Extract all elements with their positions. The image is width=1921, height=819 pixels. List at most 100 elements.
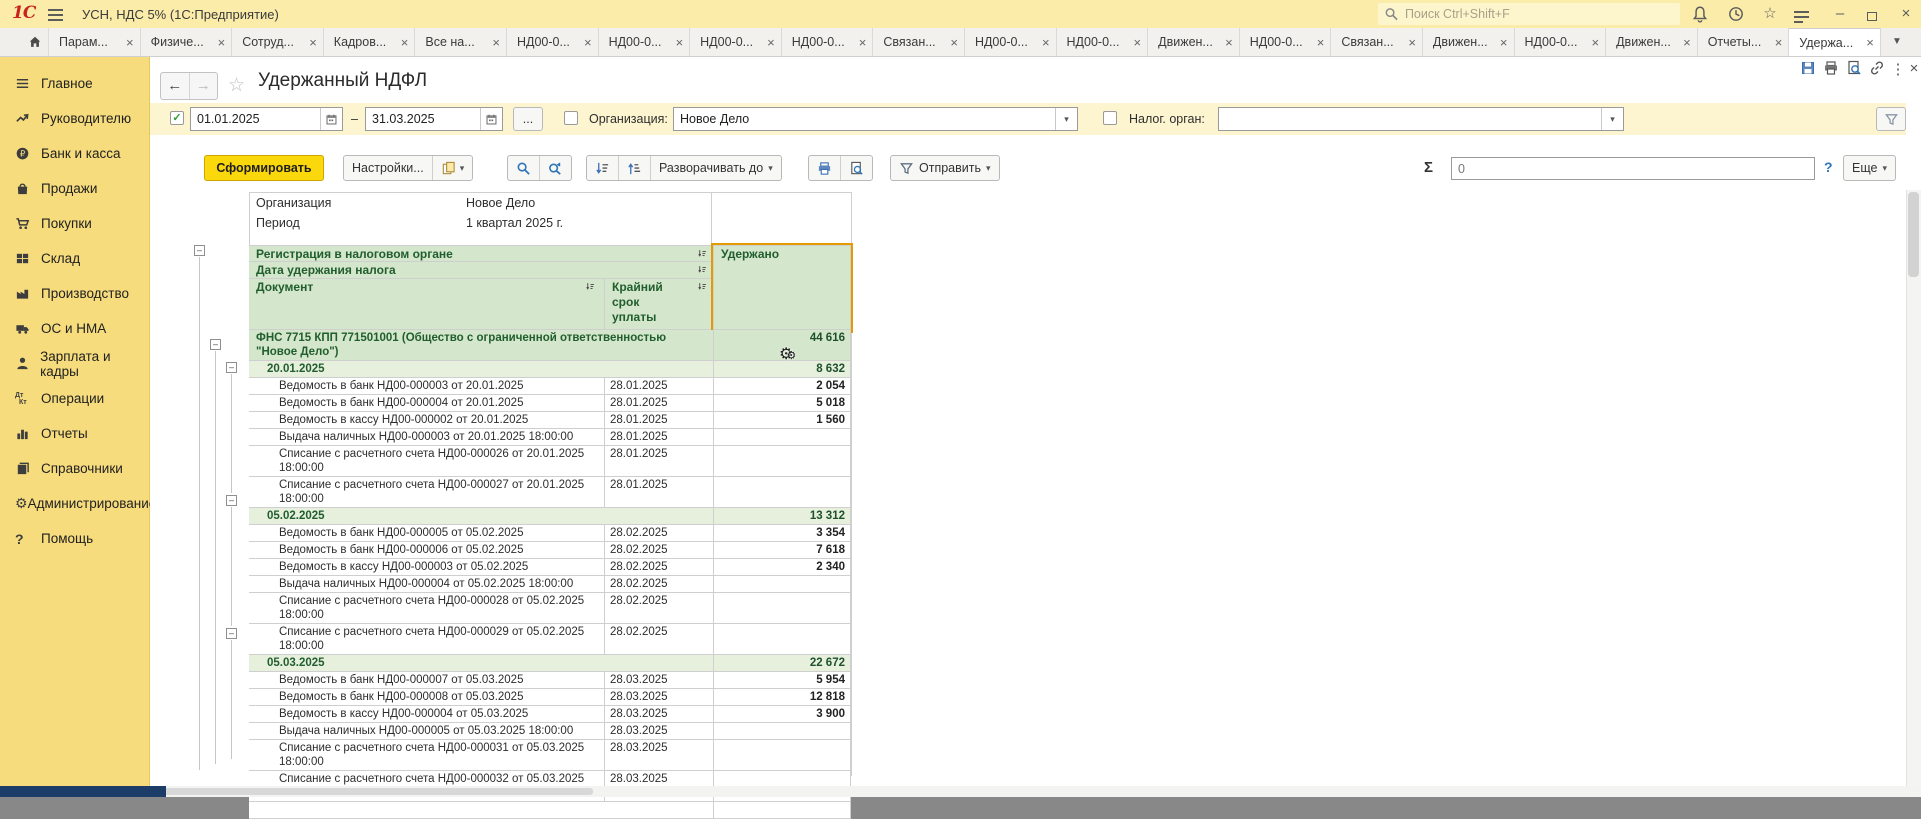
main-menu-icon[interactable] [48,6,63,24]
column-header-deadline[interactable]: Крайний срок уплаты [605,279,711,330]
document-row[interactable]: Списание с расчетного счета НД00-000029 … [249,624,851,655]
horizontal-scrollbar-thumb[interactable] [163,788,593,795]
date-total-cell[interactable]: 22 672 [713,655,851,671]
document-row[interactable]: Выдача наличных НД00-000003 от 20.01.202… [249,429,851,446]
restore-icon[interactable] [1862,8,1882,26]
date-from-input[interactable] [191,112,320,126]
amount-cell[interactable] [713,740,851,770]
tab-close-icon[interactable]: × [767,35,775,50]
document-cell[interactable]: Ведомость в банк НД00-000008 от 05.03.20… [249,689,605,705]
column-header-document[interactable]: Документ [249,279,605,330]
sidebar-item-2[interactable]: Руководителю [0,101,149,136]
amount-cell[interactable]: 5 018 [713,395,851,411]
document-cell[interactable]: Ведомость в банк НД00-000005 от 05.02.20… [249,525,605,541]
tab-close-icon[interactable]: × [1592,35,1600,50]
document-row[interactable]: Списание с расчетного счета НД00-000028 … [249,593,851,624]
amount-cell[interactable] [713,576,851,592]
document-cell[interactable]: Списание с расчетного счета НД00-000031 … [249,740,605,770]
dropdown-arrow-icon[interactable]: ▾ [1055,108,1077,130]
more-button[interactable]: Еще▾ [1844,156,1895,180]
tab-close-icon[interactable]: × [859,35,867,50]
document-cell[interactable]: Выдача наличных НД00-000004 от 05.02.202… [249,576,605,592]
deadline-cell[interactable]: 28.01.2025 [605,477,711,507]
sort-icon[interactable] [697,281,708,296]
date-cell[interactable]: 20.01.2025 [249,361,711,377]
document-row[interactable]: Ведомость в банк НД00-000005 от 05.02.20… [249,525,851,542]
date-cell[interactable]: 05.03.2025 [249,655,711,671]
amount-cell[interactable]: 12 818 [713,689,851,705]
tab-close-icon[interactable]: × [1042,35,1050,50]
deadline-cell[interactable]: 28.03.2025 [605,689,711,705]
report-variant-button[interactable]: ▾ [433,156,473,180]
period-more-button[interactable]: ... [513,107,543,131]
favorites-star-icon[interactable]: ☆ [1760,5,1780,23]
sidebar-item-11[interactable]: Отчеты [0,416,149,451]
tab[interactable]: НД00-0...× [599,28,691,56]
find-button[interactable] [508,156,540,180]
tab-close-icon[interactable]: × [1317,35,1325,50]
amount-cell[interactable] [713,429,851,445]
deadline-cell[interactable]: 28.01.2025 [605,395,711,411]
deadline-cell[interactable]: 28.02.2025 [605,559,711,575]
tab-close-icon[interactable]: × [1134,35,1142,50]
minimize-icon[interactable]: – [1830,5,1850,23]
tab-close-icon[interactable]: × [1683,35,1691,50]
deadline-cell[interactable]: 28.01.2025 [605,412,711,428]
favorite-star-icon[interactable]: ☆ [228,74,245,97]
sidebar-item-1[interactable]: Главное [0,66,149,101]
collapse-button[interactable]: – [226,362,237,373]
document-row[interactable]: Ведомость в банк НД00-000008 от 05.03.20… [249,689,851,706]
tab-close-icon[interactable]: × [218,35,226,50]
forward-button[interactable]: → [190,73,218,99]
dropdown-arrow-icon[interactable]: ▾ [1601,108,1623,130]
collapse-button[interactable]: – [210,339,221,350]
sidebar-item-3[interactable]: ₽Банк и касса [0,136,149,171]
deadline-cell[interactable]: 28.03.2025 [605,723,711,739]
sidebar-item-4[interactable]: Продажи [0,171,149,206]
link-icon[interactable] [1867,60,1887,80]
vertical-scrollbar-thumb[interactable] [1908,192,1919,277]
document-cell[interactable]: Ведомость в банк НД00-000007 от 05.03.20… [249,672,605,688]
sidebar-item-8[interactable]: ОС и НМА [0,311,149,346]
date-group-row[interactable]: 20.01.20258 632 [249,361,851,378]
org-input[interactable] [674,112,1055,126]
group-row[interactable]: ФНС 7715 КПП 771501001 (Общество с огран… [249,330,851,361]
deadline-cell[interactable]: 28.02.2025 [605,593,711,623]
tab[interactable]: Связан...× [1331,28,1423,56]
tax-office-input[interactable] [1219,112,1601,126]
sum-input[interactable] [1452,162,1814,176]
settings-button[interactable]: Настройки... [344,156,433,180]
calendar-icon[interactable] [480,108,502,130]
group-name-cell[interactable]: ФНС 7715 КПП 771501001 (Общество с огран… [249,330,711,360]
deadline-cell[interactable]: 28.02.2025 [605,576,711,592]
tab[interactable]: НД00-0...× [782,28,874,56]
period-checkbox[interactable]: ✓ [170,111,184,125]
sidebar-item-5[interactable]: Покупки [0,206,149,241]
tab[interactable]: НД00-0...× [690,28,782,56]
amount-cell[interactable]: 1 560 [713,412,851,428]
deadline-cell[interactable]: 28.02.2025 [605,542,711,558]
tab[interactable]: НД00-0...× [507,28,599,56]
document-row[interactable]: Ведомость в банк НД00-000003 от 20.01.20… [249,378,851,395]
amount-cell[interactable] [713,477,851,507]
document-row[interactable]: Списание с расчетного счета НД00-000031 … [249,740,851,771]
print-icon[interactable] [1821,60,1841,80]
tab[interactable]: Сотруд...× [232,28,324,56]
deadline-cell[interactable]: 28.03.2025 [605,672,711,688]
home-tab[interactable] [22,28,49,56]
tab-close-icon[interactable]: × [309,35,317,50]
document-row[interactable]: Списание с расчетного счета НД00-000027 … [249,477,851,508]
amount-cell[interactable]: 3 900 [713,706,851,722]
tab[interactable]: Все на...× [415,28,507,56]
sidebar-item-9[interactable]: Зарплата и кадры [0,346,149,381]
search-input[interactable] [1403,6,1674,22]
deadline-cell[interactable]: 28.03.2025 [605,706,711,722]
expand-to-button[interactable]: Разворачивать до▾ [651,156,781,180]
column-header-withheld[interactable]: Удержано [713,245,851,330]
document-row[interactable]: Выдача наличных НД00-000005 от 05.03.202… [249,723,851,740]
document-row[interactable]: Списание с расчетного счета НД00-000026 … [249,446,851,477]
collapse-button[interactable]: – [194,245,205,256]
amount-cell[interactable]: 2 340 [713,559,851,575]
tab[interactable]: Физиче...× [141,28,233,56]
sidebar-item-12[interactable]: Справочники [0,451,149,486]
